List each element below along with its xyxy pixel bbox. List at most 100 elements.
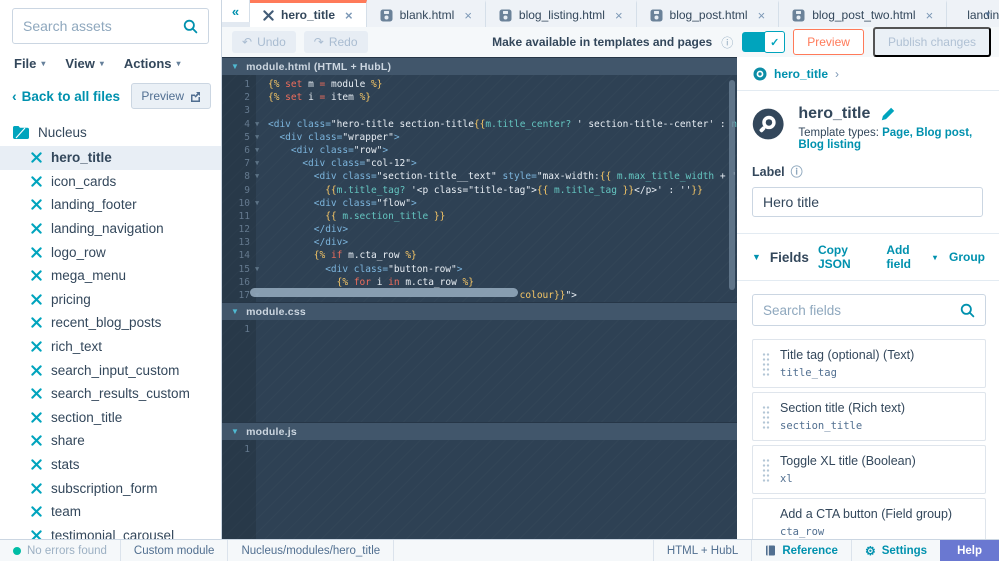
field-search-box[interactable] xyxy=(752,294,986,326)
code-line-3[interactable]: 3 xyxy=(222,104,737,117)
code-line-6[interactable]: 6 ▼ <div class="row"> xyxy=(222,144,737,157)
sidebar-item-team[interactable]: team xyxy=(0,500,221,524)
tab-blog_post.html[interactable]: blog_post.html × xyxy=(636,0,780,27)
template-type-link[interactable]: Blog listing xyxy=(798,139,861,151)
breadcrumb-module-link[interactable]: hero_title xyxy=(774,67,828,81)
module-css-code[interactable]: 1 xyxy=(222,320,737,422)
search-icon[interactable] xyxy=(183,19,198,34)
sidebar-item-mega_menu[interactable]: mega_menu xyxy=(0,264,221,288)
tab-blog_post_two.html[interactable]: blog_post_two.html × xyxy=(779,0,948,27)
fold-caret-icon[interactable]: ▼ xyxy=(255,118,259,131)
collapse-sidebar-button[interactable]: « xyxy=(222,0,250,22)
code-line-5[interactable]: 5 ▼ <div class="wrapper"> xyxy=(222,131,737,144)
field-card-title_tag[interactable]: Title tag (optional) (Text) title_tag xyxy=(752,339,986,388)
help-button[interactable]: Help xyxy=(940,540,999,561)
code-line-2[interactable]: 2 {% set i = item %} xyxy=(222,91,737,104)
code-line-1[interactable]: 1 xyxy=(222,323,737,336)
info-icon[interactable]: ⓘ xyxy=(791,163,803,180)
field-search-input[interactable] xyxy=(763,302,960,318)
sidebar-item-subscription_form[interactable]: subscription_form xyxy=(0,476,221,500)
group-link[interactable]: Group xyxy=(949,250,985,264)
settings-button[interactable]: ⚙ Settings xyxy=(850,540,940,561)
sidebar-item-icon_cards[interactable]: icon_cards xyxy=(0,170,221,194)
sidebar-item-testimonial_carousel[interactable]: testimonial_carousel xyxy=(0,524,221,539)
fold-caret-icon[interactable]: ▼ xyxy=(255,197,259,210)
copy-json-link[interactable]: Copy JSON xyxy=(818,243,874,271)
drag-handle-icon[interactable] xyxy=(762,350,770,377)
sidebar-item-stats[interactable]: stats xyxy=(0,453,221,477)
fold-caret-icon[interactable]: ▼ xyxy=(255,144,259,157)
menu-file[interactable]: File ▾ xyxy=(14,56,45,71)
sidebar-item-landing_footer[interactable]: landing_footer xyxy=(0,193,221,217)
search-icon[interactable] xyxy=(960,303,975,318)
availability-toggle[interactable]: ✓ xyxy=(742,31,786,53)
sidebar-item-hero_title[interactable]: hero_title xyxy=(0,146,221,170)
drag-handle-icon[interactable] xyxy=(762,403,770,430)
chevron-down-icon[interactable]: ▼ xyxy=(752,252,761,262)
sidebar-item-landing_navigation[interactable]: landing_navigation xyxy=(0,217,221,241)
close-tab-icon[interactable]: × xyxy=(758,8,766,23)
fold-caret-icon[interactable]: ▼ xyxy=(255,157,259,170)
close-tab-icon[interactable]: × xyxy=(345,8,353,23)
sidebar-item-search_input_custom[interactable]: search_input_custom xyxy=(0,358,221,382)
template-type-link[interactable]: Page xyxy=(882,127,910,139)
info-icon[interactable]: ⓘ xyxy=(721,34,733,51)
menu-actions[interactable]: Actions ▾ xyxy=(124,56,181,71)
close-tab-icon[interactable]: × xyxy=(464,8,472,23)
menu-view[interactable]: View ▾ xyxy=(65,56,103,71)
code-line-8[interactable]: 8 ▼ <div class="section-title__text" styl… xyxy=(222,170,737,183)
code-line-1[interactable]: 1 xyxy=(222,443,737,456)
sidebar-item-share[interactable]: share xyxy=(0,429,221,453)
undo-button[interactable]: ↶ Undo xyxy=(232,31,296,53)
back-to-all-files-link[interactable]: ‹ Back to all files xyxy=(12,88,120,104)
asset-search-box[interactable] xyxy=(12,8,209,44)
code-line-10[interactable]: 10 ▼ <div class="flow"> xyxy=(222,197,737,210)
sidebar-item-recent_blog_posts[interactable]: recent_blog_posts xyxy=(0,311,221,335)
edit-pencil-icon[interactable] xyxy=(881,107,895,121)
sidebar-item-section_title[interactable]: section_title xyxy=(0,406,221,430)
sidebar-item-logo_row[interactable]: logo_row xyxy=(0,240,221,264)
tab-overflow-icon[interactable]: ▾ xyxy=(985,9,990,20)
code-line-7[interactable]: 7 ▼ <div class="col-12"> xyxy=(222,157,737,170)
sidebar-preview-button[interactable]: Preview xyxy=(131,83,211,109)
sidebar-item-pricing[interactable]: pricing xyxy=(0,288,221,312)
code-line-9[interactable]: 9 {{m.title_tag? '<p class="title-tag">{… xyxy=(222,184,737,197)
tab-blank.html[interactable]: blank.html × xyxy=(366,0,486,27)
vertical-scrollbar[interactable] xyxy=(729,80,735,290)
close-tab-icon[interactable]: × xyxy=(926,8,934,23)
sidebar-item-search_results_custom[interactable]: search_results_custom xyxy=(0,382,221,406)
code-line-1[interactable]: 1 {% set m = module %} xyxy=(222,78,737,91)
pane-header-module-html[interactable]: ▼ module.html (HTML + HubL) xyxy=(222,57,737,75)
template-type-link[interactable]: Blog post xyxy=(916,127,969,139)
fold-caret-icon[interactable]: ▼ xyxy=(255,131,259,144)
pane-header-module-css[interactable]: ▼ module.css xyxy=(222,302,737,320)
close-tab-icon[interactable]: × xyxy=(615,8,623,23)
fold-caret-icon[interactable]: ▼ xyxy=(255,170,259,183)
code-line-12[interactable]: 12 </div> xyxy=(222,223,737,236)
field-card-xl[interactable]: Toggle XL title (Boolean) xl xyxy=(752,445,986,494)
code-line-4[interactable]: 4 ▼ <div class="hero-title section-title{{… xyxy=(222,118,737,131)
field-card-cta_row[interactable]: Add a CTA button (Field group) cta_row C… xyxy=(752,498,986,539)
drag-handle-icon[interactable] xyxy=(762,456,770,483)
fold-caret-icon[interactable]: ▼ xyxy=(255,263,259,276)
code-line-11[interactable]: 11 {{ m.section_title }} xyxy=(222,210,737,223)
tab-blog_listing.html[interactable]: blog_listing.html × xyxy=(485,0,637,27)
module-label-input[interactable] xyxy=(752,187,983,217)
code-line-14[interactable]: 14 {% if m.cta_row %} xyxy=(222,249,737,262)
asset-search-input[interactable] xyxy=(23,18,183,34)
tab-hero_title[interactable]: hero_title × xyxy=(250,0,367,27)
add-field-link[interactable]: Add field ▾ xyxy=(886,243,937,271)
module-js-code[interactable]: 1 xyxy=(222,440,737,539)
pane-header-module-js[interactable]: ▼ module.js xyxy=(222,422,737,440)
module-html-code[interactable]: 1 {% set m = module %} 2 {% set i = item %}… xyxy=(222,75,737,302)
sidebar-item-rich_text[interactable]: rich_text xyxy=(0,335,221,359)
publish-changes-button[interactable]: Publish changes xyxy=(872,27,991,57)
horizontal-scrollbar[interactable] xyxy=(250,288,518,297)
code-line-13[interactable]: 13 </div> xyxy=(222,236,737,249)
code-line-15[interactable]: 15 ▼ <div class="button-row"> xyxy=(222,263,737,276)
reference-button[interactable]: Reference xyxy=(751,540,851,561)
folder-nucleus[interactable]: Nucleus xyxy=(0,123,221,146)
preview-button[interactable]: Preview xyxy=(793,29,864,55)
redo-button[interactable]: ↷ Redo xyxy=(303,31,368,53)
field-card-section_title[interactable]: Section title (Rich text) section_title xyxy=(752,392,986,441)
